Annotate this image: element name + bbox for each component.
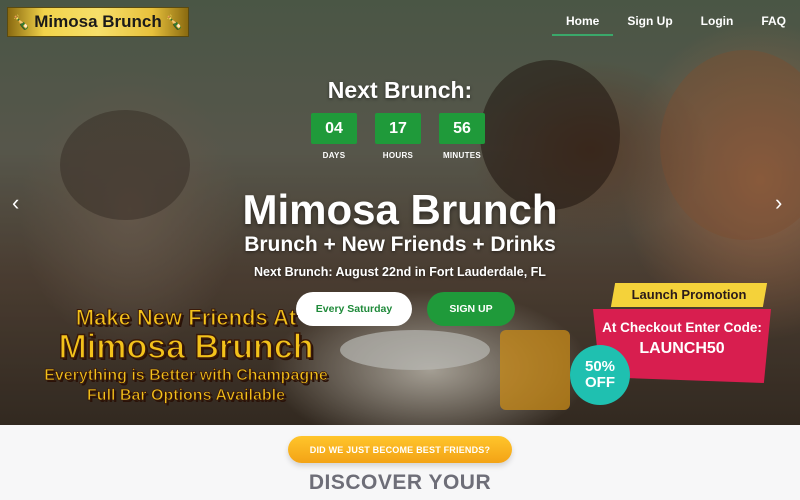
countdown-minutes-label: MINUTES xyxy=(442,151,482,160)
promo-line-2: Mimosa Brunch xyxy=(58,328,315,366)
countdown-hours-value: 17 xyxy=(375,113,421,144)
hero-title: Mimosa Brunch xyxy=(242,186,558,233)
promo-code-label: At Checkout Enter Code: xyxy=(602,320,762,335)
countdown-hours-label: HOURS xyxy=(382,151,414,160)
next-brunch-date: Next Brunch: August 22nd in Fort Lauderd… xyxy=(254,265,546,279)
nav-faq[interactable]: FAQ xyxy=(747,8,800,34)
best-friends-button[interactable]: DID WE JUST BECOME BEST FRIENDS? xyxy=(288,436,512,463)
countdown-minutes-value: 56 xyxy=(439,113,485,144)
discover-heading: DISCOVER YOUR xyxy=(308,471,492,494)
hero-subtitle: Brunch + New Friends + Drinks xyxy=(244,233,556,256)
carousel-prev-icon[interactable]: ‹ xyxy=(12,190,19,216)
discount-label: OFF xyxy=(585,374,615,391)
carousel-next-icon[interactable]: › xyxy=(775,190,782,216)
countdown-hours: 17 HOURS xyxy=(375,113,421,160)
sign-up-button[interactable]: SIGN UP xyxy=(427,292,515,326)
nav-home[interactable]: Home xyxy=(552,8,614,36)
discount-value: 50% xyxy=(584,358,616,375)
countdown-days-label: DAYS xyxy=(322,151,346,160)
champagne-bottle-icon: 🍾 xyxy=(12,13,31,30)
countdown-days-value: 04 xyxy=(311,113,357,144)
countdown-timer: 04 DAYS 17 HOURS 56 MINUTES xyxy=(311,113,485,160)
site-logo[interactable]: 🍾 Mimosa Brunch 🍾 xyxy=(7,7,189,37)
discount-badge: 50% OFF xyxy=(570,345,630,405)
countdown-title: Next Brunch: xyxy=(327,77,473,103)
main-nav: Home Sign Up Login FAQ xyxy=(552,8,800,36)
champagne-bottle-icon: 🍾 xyxy=(165,13,184,30)
promo-line-3: Everything is Better with Champagne xyxy=(44,367,328,385)
nav-login[interactable]: Login xyxy=(687,8,748,34)
launch-promotion-ribbon: Launch Promotion xyxy=(610,283,768,307)
launch-promotion-title: Launch Promotion xyxy=(631,287,747,302)
nav-sign-up[interactable]: Sign Up xyxy=(613,8,686,34)
logo-text: Mimosa Brunch xyxy=(34,12,162,31)
countdown-days: 04 DAYS xyxy=(311,113,357,160)
promo-banner-text: Make New Friends At Mimosa Brunch Everyt… xyxy=(16,305,356,405)
promo-line-4: Full Bar Options Available xyxy=(87,387,286,405)
countdown-minutes: 56 MINUTES xyxy=(439,113,485,160)
